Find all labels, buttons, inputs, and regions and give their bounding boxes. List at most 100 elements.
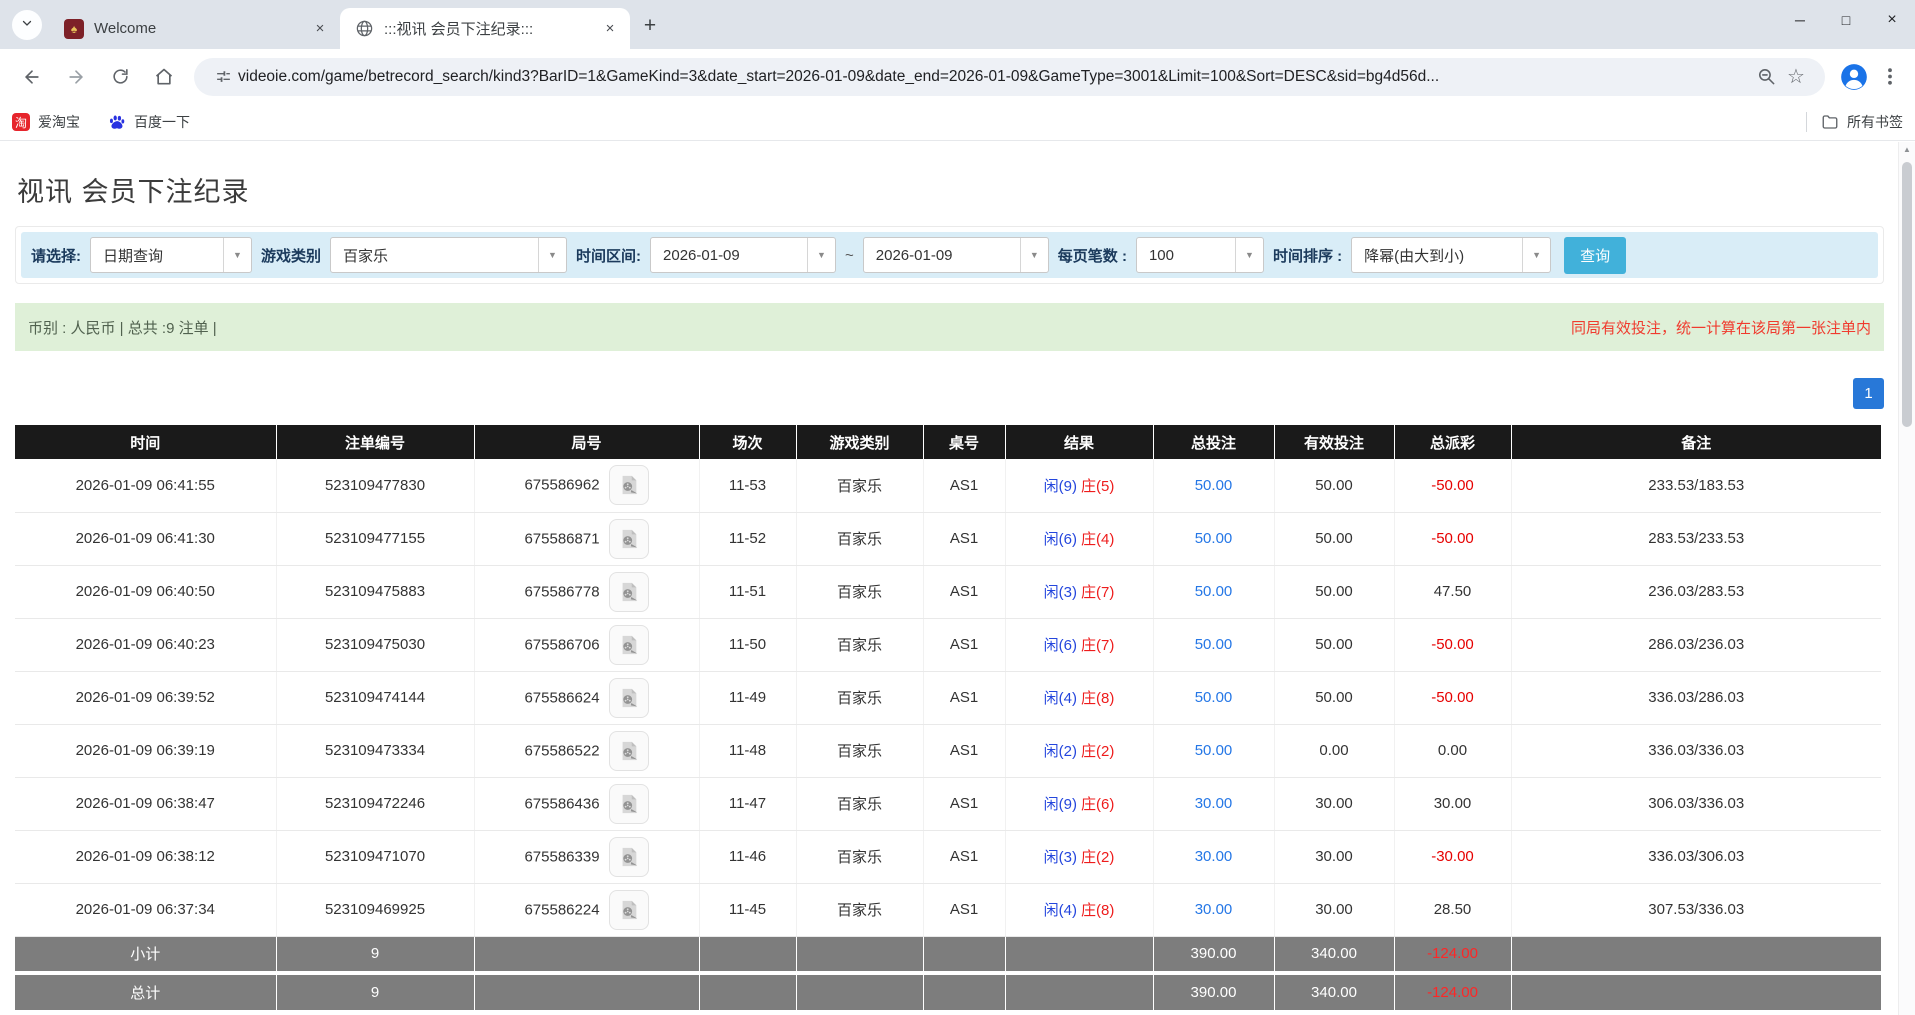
address-bar[interactable]: videoie.com/game/betrecord_search/kind3?… (194, 58, 1825, 96)
cell-payout: -30.00 (1394, 830, 1511, 883)
date-end-select[interactable]: 2026-01-09 ▼ (863, 237, 1049, 273)
forward-button[interactable] (57, 58, 95, 96)
cell-game-kind: 百家乐 (796, 671, 923, 724)
table-row: 2026-01-09 06:40:23 523109475030 6755867… (15, 618, 1881, 671)
chevron-down-icon (21, 16, 33, 34)
cell-table-no: AS1 (923, 671, 1005, 724)
empty-cell (923, 936, 1005, 973)
round-id-text: 675586339 (524, 848, 599, 865)
cell-session: 11-48 (699, 724, 796, 777)
sort-select[interactable]: 降幂(由大到小) ▼ (1351, 237, 1551, 273)
scroll-up-icon[interactable]: ▲ (1899, 142, 1915, 158)
cell-bet-id: 523109475883 (276, 565, 474, 618)
video-replay-button[interactable] (609, 625, 649, 665)
close-window-button[interactable]: × (1869, 0, 1915, 40)
column-header: 场次 (699, 425, 796, 459)
table-row: 2026-01-09 06:37:34 523109469925 6755862… (15, 883, 1881, 936)
video-replay-button[interactable] (609, 678, 649, 718)
bookmark-baidu[interactable]: 百度一下 (108, 112, 190, 132)
bookmark-label: 爱淘宝 (38, 112, 80, 132)
page-size-label: 每页笔数 : (1058, 245, 1127, 266)
empty-cell (474, 936, 699, 973)
table-row: 2026-01-09 06:39:52 523109474144 6755866… (15, 671, 1881, 724)
profile-avatar[interactable] (1837, 60, 1871, 94)
date-start-select[interactable]: 2026-01-09 ▼ (650, 237, 836, 273)
cell-payout: -50.00 (1394, 459, 1511, 512)
page-size-select[interactable]: 100 ▼ (1136, 237, 1264, 273)
cell-game-kind: 百家乐 (796, 618, 923, 671)
video-replay-button[interactable] (609, 731, 649, 771)
cell-session: 11-46 (699, 830, 796, 883)
cell-payout: 47.50 (1394, 565, 1511, 618)
cell-game-kind: 百家乐 (796, 724, 923, 777)
round-id-text: 675586778 (524, 583, 599, 600)
cell-valid-bet: 50.00 (1274, 671, 1394, 724)
video-replay-button[interactable] (609, 465, 649, 505)
video-replay-button[interactable] (609, 890, 649, 930)
query-type-select[interactable]: 日期查询 ▼ (90, 237, 252, 273)
subtotal-valid-bet: 340.00 (1274, 936, 1394, 973)
video-replay-button[interactable] (609, 837, 649, 877)
url-text[interactable]: videoie.com/game/betrecord_search/kind3?… (238, 68, 1751, 86)
globe-icon (354, 19, 374, 39)
site-settings-icon[interactable] (208, 62, 238, 92)
back-button[interactable] (13, 58, 51, 96)
tab-search-button[interactable] (12, 10, 42, 40)
search-button[interactable]: 查询 (1564, 237, 1626, 274)
currency-summary: 币别 : 人民币 | 总共 :9 注单 | (28, 317, 217, 338)
close-tab-icon[interactable]: × (310, 19, 330, 39)
bookmark-taobao[interactable]: 淘 爱淘宝 (12, 112, 80, 132)
column-header: 总投注 (1153, 425, 1274, 459)
cell-total-bet: 30.00 (1153, 883, 1274, 936)
column-header: 局号 (474, 425, 699, 459)
cell-result: 闲(4)庄(8) (1005, 671, 1153, 724)
zoom-out-icon[interactable] (1751, 62, 1781, 92)
new-tab-button[interactable]: + (636, 12, 664, 40)
cell-payout: 28.50 (1394, 883, 1511, 936)
minimize-button[interactable]: ─ (1777, 0, 1823, 40)
sort-value: 降幂(由大到小) (1352, 238, 1522, 272)
bookmark-star-icon[interactable]: ☆ (1781, 62, 1811, 92)
video-replay-button[interactable] (609, 572, 649, 612)
home-button[interactable] (145, 58, 183, 96)
round-id-text: 675586962 (524, 477, 599, 494)
chevron-down-icon: ▼ (807, 238, 835, 272)
result-banker: 庄(2) (1081, 849, 1114, 866)
subtotal-count: 9 (276, 936, 474, 973)
result-banker: 庄(2) (1081, 743, 1114, 760)
subtotal-label: 小计 (15, 936, 276, 973)
browser-menu-icon[interactable] (1875, 60, 1905, 94)
bookmark-label: 百度一下 (134, 112, 190, 132)
column-header: 有效投注 (1274, 425, 1394, 459)
cell-bet-id: 523109472246 (276, 777, 474, 830)
chevron-down-icon: ▼ (538, 238, 566, 272)
result-banker: 庄(8) (1081, 902, 1114, 919)
divider (1806, 112, 1807, 132)
sort-label: 时间排序 : (1273, 245, 1342, 266)
cell-valid-bet: 30.00 (1274, 777, 1394, 830)
maximize-button[interactable]: □ (1823, 0, 1869, 40)
cell-note: 233.53/183.53 (1511, 459, 1881, 512)
cell-round-id: 675586436 (474, 777, 699, 830)
tab-welcome[interactable]: ♠ Welcome × (50, 8, 340, 49)
cell-table-no: AS1 (923, 459, 1005, 512)
round-id-text: 675586224 (524, 901, 599, 918)
result-player: 闲(3) (1044, 584, 1077, 601)
video-replay-button[interactable] (609, 784, 649, 824)
table-row: 2026-01-09 06:38:12 523109471070 6755863… (15, 830, 1881, 883)
game-kind-select[interactable]: 百家乐 ▼ (330, 237, 567, 273)
cell-bet-id: 523109474144 (276, 671, 474, 724)
scrollbar-thumb[interactable] (1902, 162, 1912, 427)
cell-result: 闲(2)庄(2) (1005, 724, 1153, 777)
cell-time: 2026-01-09 06:41:30 (15, 512, 276, 565)
page-1-button[interactable]: 1 (1853, 378, 1884, 409)
reload-button[interactable] (101, 58, 139, 96)
cell-total-bet: 50.00 (1153, 618, 1274, 671)
video-replay-button[interactable] (609, 519, 649, 559)
cell-valid-bet: 30.00 (1274, 830, 1394, 883)
cell-result: 闲(6)庄(7) (1005, 618, 1153, 671)
close-tab-icon[interactable]: × (600, 19, 620, 39)
all-bookmarks-label[interactable]: 所有书签 (1847, 112, 1903, 132)
cell-game-kind: 百家乐 (796, 830, 923, 883)
tab-bet-record[interactable]: :::视讯 会员下注纪录::: × (340, 8, 630, 49)
